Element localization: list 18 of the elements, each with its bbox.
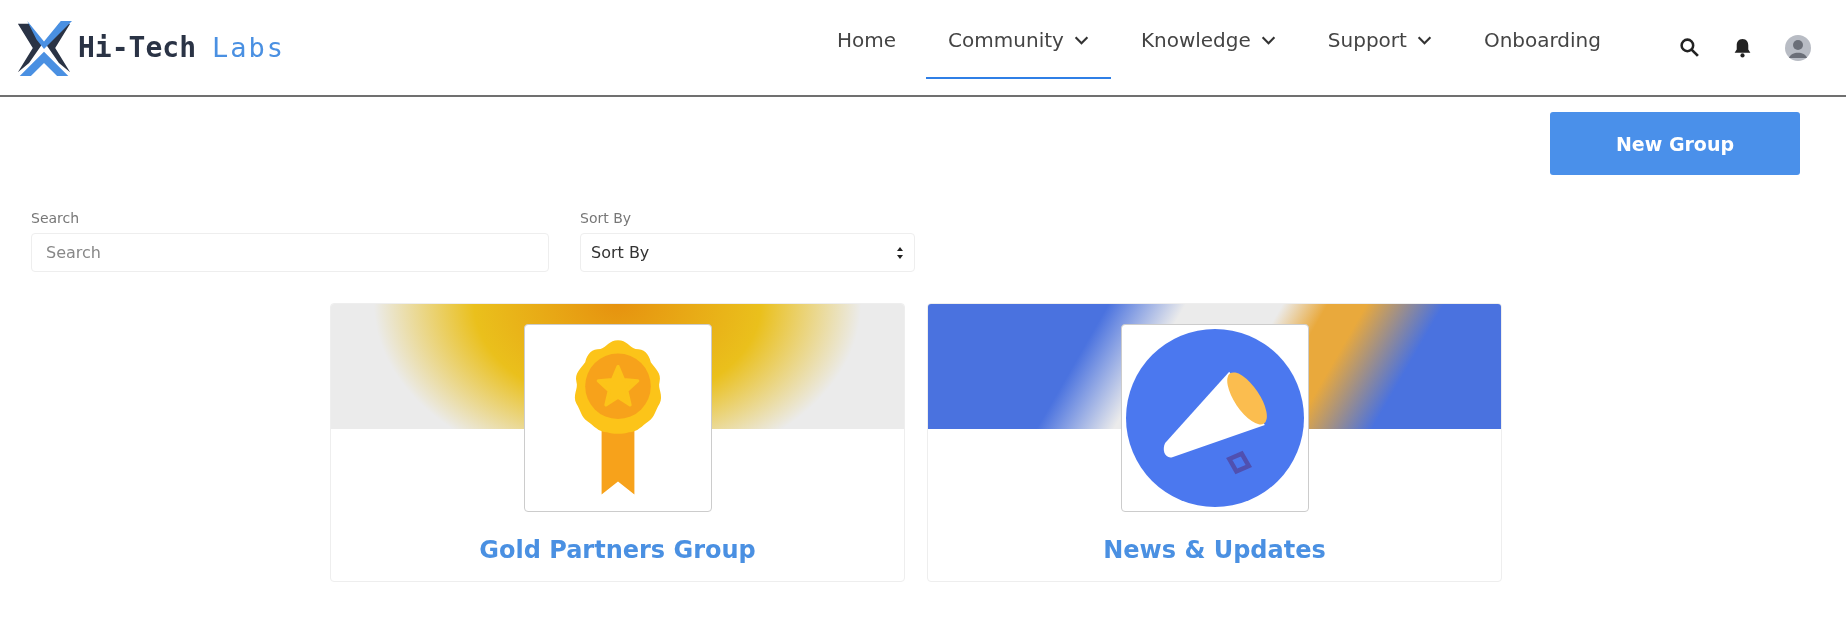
chevron-down-icon [1416,34,1432,46]
nav-link[interactable]: Home [815,3,919,79]
search-label: Search [31,210,81,226]
sort-arrows-icon [896,245,904,260]
chevron-down-icon [1260,34,1276,46]
search-field[interactable]: Search [31,233,549,272]
nav-link[interactable]: Community [926,3,1111,79]
logo[interactable]: Hi-Tech Labs [16,19,286,76]
sort-label: Sort By [580,210,633,226]
sort-select[interactable]: Sort By [580,233,915,272]
logo-x-icon [16,19,72,76]
bell-icon[interactable] [1732,37,1753,58]
avatar-icon[interactable] [1785,34,1811,61]
nav-link[interactable]: Onboarding [1461,3,1623,79]
nav-link[interactable]: Support [1305,3,1454,79]
chevron-down-icon [1073,34,1089,46]
nav-link[interactable]: Knowledge [1118,3,1298,79]
search-icon[interactable] [1679,37,1700,58]
